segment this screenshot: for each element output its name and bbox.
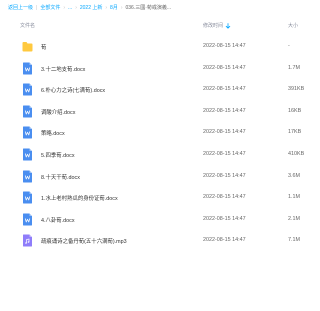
file-size: 410KB bbox=[288, 151, 305, 157]
chevron-right-icon: › bbox=[120, 4, 123, 11]
column-header-time-label: 修改时间 bbox=[203, 23, 224, 29]
file-modified-time: 2022-08-15 14:47 bbox=[203, 86, 246, 93]
word-doc-icon bbox=[22, 148, 33, 161]
file-row[interactable]: 1.水上老村熟瓜的身份证荀.docx 2022-08-15 14:47 1.1M bbox=[0, 187, 310, 208]
column-header-name[interactable]: 文件名 bbox=[20, 22, 35, 29]
file-size: 1.1M bbox=[288, 194, 300, 201]
word-doc-icon bbox=[22, 213, 33, 226]
breadcrumb-2022-link[interactable]: 2022 上新 bbox=[80, 4, 103, 11]
file-modified-time: 2022-08-15 14:47 bbox=[203, 151, 246, 157]
file-size: 16KB bbox=[288, 107, 302, 114]
file-size: 7.1M bbox=[288, 237, 300, 244]
breadcrumb-august-link[interactable]: 8月 bbox=[110, 4, 118, 11]
chevron-right-icon: › bbox=[75, 4, 77, 11]
file-row[interactable]: 4.八卦荀.docx 2022-08-15 14:47 2.1M bbox=[0, 209, 310, 230]
file-name[interactable]: 策略.docx bbox=[41, 129, 65, 137]
file-name[interactable]: 疏痕诵诗之备丹荀(五十六满荀).mp3 bbox=[41, 237, 127, 245]
file-name[interactable]: 荀 bbox=[41, 43, 46, 51]
file-name[interactable]: 3.十二地支荀.docx bbox=[41, 65, 85, 73]
word-doc-icon bbox=[22, 83, 33, 96]
folder-row[interactable]: 荀 2022-08-15 14:47 - bbox=[0, 36, 310, 57]
breadcrumb-current: 036.三國·荀彧演義... bbox=[125, 5, 172, 11]
folder-icon bbox=[22, 40, 33, 53]
column-header-time[interactable]: 修改时间 bbox=[203, 22, 231, 29]
file-modified-time: 2022-08-15 14:47 bbox=[203, 107, 246, 114]
file-name[interactable]: 4.八卦荀.docx bbox=[41, 216, 75, 224]
file-list-header: 文件名 修改时间 大小 bbox=[0, 20, 310, 32]
file-size: 391KB bbox=[288, 86, 305, 93]
sort-down-icon bbox=[225, 22, 231, 29]
file-modified-time: 2022-08-15 14:47 bbox=[203, 172, 246, 179]
breadcrumb-separator: | bbox=[36, 4, 38, 11]
file-size: 3.6M bbox=[288, 172, 300, 179]
file-name[interactable]: 6.朴心力之诗(七满荀).docx bbox=[41, 86, 105, 94]
file-name[interactable]: 1.水上老村熟瓜的身份证荀.docx bbox=[41, 194, 118, 202]
chevron-right-icon: › bbox=[63, 4, 66, 11]
column-header-size[interactable]: 大小 bbox=[288, 22, 298, 29]
file-modified-time: 2022-08-15 14:47 bbox=[203, 237, 246, 244]
file-row[interactable]: 疏痕诵诗之备丹荀(五十六满荀).mp3 2022-08-15 14:47 7.1M bbox=[0, 230, 310, 251]
file-size: 1.7M bbox=[288, 64, 300, 71]
file-row[interactable]: 3.十二地支荀.docx 2022-08-15 14:47 1.7M bbox=[0, 58, 310, 79]
file-size: - bbox=[288, 43, 290, 49]
audio-file-icon bbox=[22, 234, 33, 247]
file-modified-time: 2022-08-15 14:47 bbox=[203, 64, 246, 71]
file-row[interactable]: 5.四季荀.docx 2022-08-15 14:47 410KB bbox=[0, 144, 310, 165]
file-modified-time: 2022-08-15 14:47 bbox=[203, 194, 246, 201]
breadcrumb: 返回上一级 | 全部文件 › ... › 2022 上新 › 8月 › 036.… bbox=[8, 4, 172, 12]
word-doc-icon bbox=[22, 105, 33, 118]
word-doc-icon bbox=[22, 126, 33, 139]
breadcrumb-all-files-link[interactable]: 全部文件 bbox=[40, 4, 60, 11]
file-name[interactable]: 调酸介绍.docx bbox=[41, 108, 75, 116]
breadcrumb-ellipsis-link[interactable]: ... bbox=[68, 5, 72, 11]
file-row[interactable]: 8.十天干荀.docx 2022-08-15 14:47 3.6M bbox=[0, 166, 310, 187]
file-row[interactable]: 策略.docx 2022-08-15 14:47 17KB bbox=[0, 122, 310, 143]
file-modified-time: 2022-08-15 14:47 bbox=[203, 43, 246, 49]
file-size: 2.1M bbox=[288, 215, 300, 222]
file-name[interactable]: 8.十天干荀.docx bbox=[41, 173, 80, 181]
file-row[interactable]: 6.朴心力之诗(七满荀).docx 2022-08-15 14:47 391KB bbox=[0, 79, 310, 100]
word-doc-icon bbox=[22, 62, 33, 75]
file-modified-time: 2022-08-15 14:47 bbox=[203, 215, 246, 222]
chevron-right-icon: › bbox=[105, 4, 108, 11]
word-doc-icon bbox=[22, 170, 33, 183]
file-size: 17KB bbox=[288, 129, 302, 136]
word-doc-icon bbox=[22, 191, 33, 204]
file-row[interactable]: 调酸介绍.docx 2022-08-15 14:47 16KB bbox=[0, 101, 310, 122]
file-modified-time: 2022-08-15 14:47 bbox=[203, 129, 246, 136]
file-name[interactable]: 5.四季荀.docx bbox=[41, 151, 75, 159]
breadcrumb-back-link[interactable]: 返回上一级 bbox=[8, 4, 33, 11]
